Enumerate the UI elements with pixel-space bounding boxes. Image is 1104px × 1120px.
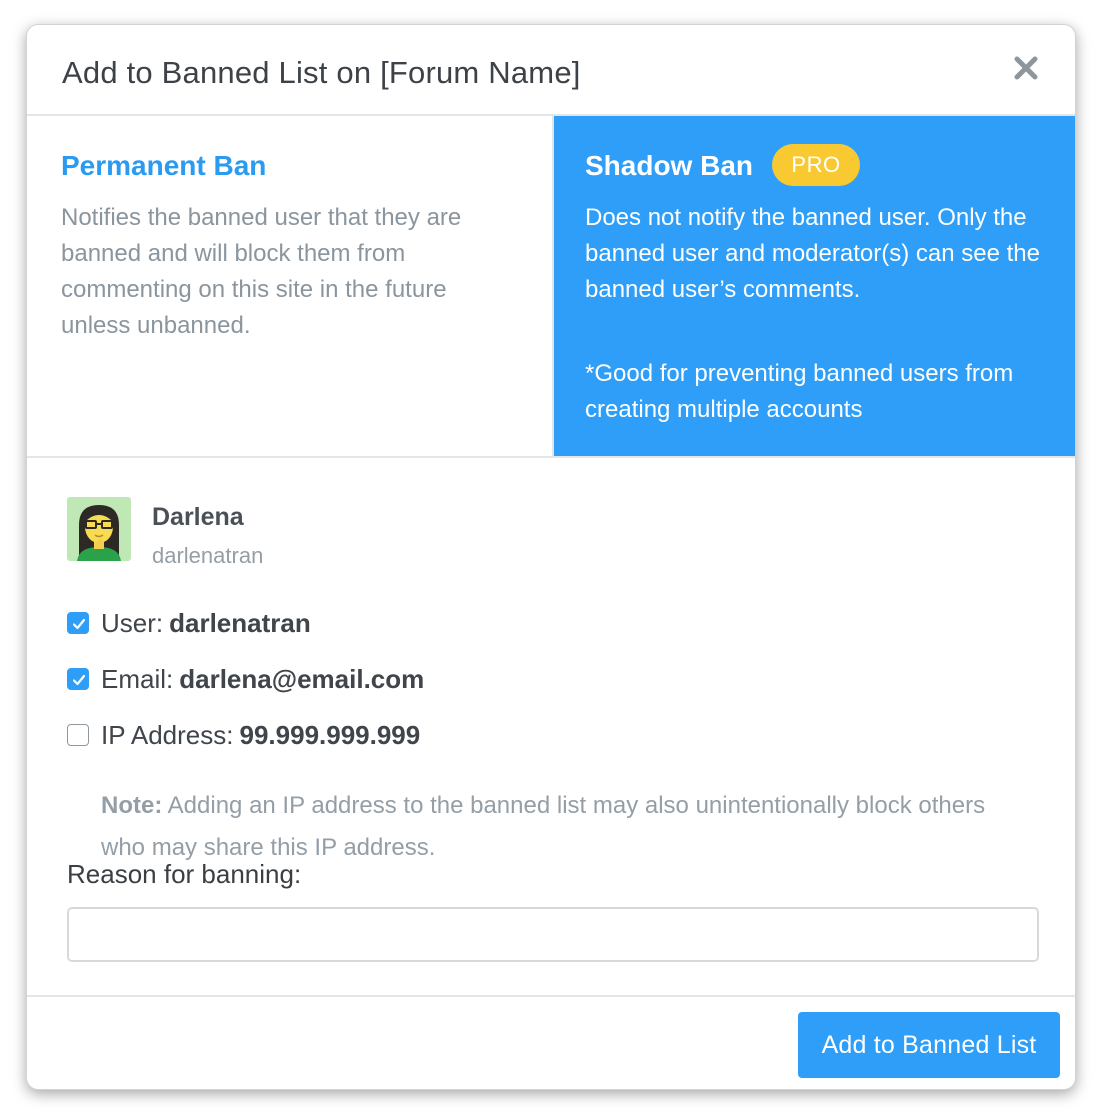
ban-dialog: Add to Banned List on [Forum Name] Perma… <box>26 24 1076 1090</box>
shadow-ban-description: Does not notify the banned user. Only th… <box>585 204 1040 303</box>
dialog-header: Add to Banned List on [Forum Name] <box>27 25 1075 116</box>
ban-user-option: User: darlenatran <box>67 606 311 640</box>
close-button[interactable] <box>1013 55 1039 81</box>
ban-ip-value: 99.999.999.999 <box>239 719 421 750</box>
ban-ip-checkbox[interactable] <box>67 724 89 746</box>
ip-ban-note-text: Adding an IP address to the banned list … <box>101 792 986 861</box>
ban-email-value: darlena@email.com <box>179 663 425 694</box>
reason-input[interactable] <box>67 907 1039 962</box>
ban-ip-label: IP Address: <box>101 719 234 750</box>
user-display-name: Darlena <box>152 503 244 531</box>
dialog-footer: Add to Banned List <box>27 995 1075 1089</box>
shadow-ban-title: Shadow Ban <box>585 150 754 181</box>
permanent-ban-description: Notifies the banned user that they are b… <box>61 204 462 339</box>
dialog-title: Add to Banned List on [Forum Name] <box>62 55 581 90</box>
user-username: darlenatran <box>152 543 264 568</box>
add-to-banned-list-button[interactable]: Add to Banned List <box>798 1012 1060 1078</box>
ban-ip-option: IP Address: 99.999.999.999 <box>67 718 420 752</box>
ban-user-value: darlenatran <box>169 607 311 638</box>
page-backdrop: Add to Banned List on [Forum Name] Perma… <box>0 0 1104 1120</box>
ip-ban-note-label: Note: <box>101 792 163 819</box>
ban-email-label: Email: <box>101 663 174 694</box>
pro-badge: PRO <box>772 144 860 186</box>
user-avatar-icon <box>67 497 131 561</box>
close-icon <box>1014 56 1038 80</box>
checkmark-icon <box>72 674 86 686</box>
ban-email-checkbox[interactable] <box>67 668 89 690</box>
shadow-ban-option[interactable]: Shadow Ban PRO Does not notify the banne… <box>554 116 1075 456</box>
shadow-ban-note: *Good for preventing banned users from c… <box>585 360 1014 423</box>
ip-ban-note: Note: Adding an IP address to the banned… <box>101 785 1021 869</box>
ban-type-selector: Permanent Ban Notifies the banned user t… <box>27 116 1075 458</box>
ban-user-checkbox[interactable] <box>67 612 89 634</box>
ban-user-label: User: <box>101 607 164 638</box>
permanent-ban-title: Permanent Ban <box>61 150 267 181</box>
checkmark-icon <box>72 618 86 630</box>
avatar <box>67 497 131 561</box>
ban-email-option: Email: darlena@email.com <box>67 662 424 696</box>
reason-label: Reason for banning: <box>67 859 302 889</box>
permanent-ban-option[interactable]: Permanent Ban Notifies the banned user t… <box>27 116 554 456</box>
